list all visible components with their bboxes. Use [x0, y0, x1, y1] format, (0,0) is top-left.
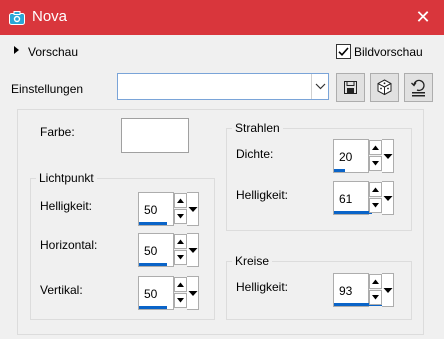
preview-toggle-label[interactable]: Vorschau	[28, 45, 78, 59]
strahlen-helligkeit-value: 61	[339, 192, 353, 206]
camera-icon	[9, 11, 25, 25]
slider-popup-button[interactable]	[187, 233, 199, 267]
save-icon	[344, 81, 357, 94]
arrow-up-icon	[177, 282, 184, 287]
decrement-button[interactable]	[369, 156, 382, 171]
kreise-title: Kreise	[232, 254, 273, 268]
window-title: Nova	[32, 8, 68, 25]
lichtpunkt-horizontal-slider-fill[interactable]	[139, 263, 167, 266]
triangle-down-icon	[383, 196, 393, 201]
lichtpunkt-horizontal-label: Horizontal:	[40, 238, 98, 252]
lichtpunkt-vertikal-spinner[interactable]: 50	[138, 276, 199, 310]
arrow-down-icon	[177, 298, 184, 303]
arrow-up-icon	[177, 198, 184, 203]
arrow-down-icon	[177, 214, 184, 219]
color-label: Farbe:	[40, 125, 75, 139]
lichtpunkt-helligkeit-spinner[interactable]: 50	[138, 192, 199, 226]
strahlen-dichte-value: 20	[339, 150, 353, 164]
arrow-up-icon	[177, 239, 184, 244]
arrow-down-icon	[372, 161, 379, 166]
cube-icon	[377, 79, 392, 96]
strahlen-helligkeit-slider-fill[interactable]	[334, 211, 372, 214]
triangle-down-icon	[188, 207, 198, 212]
slider-popup-button[interactable]	[382, 273, 394, 307]
decrement-button[interactable]	[369, 198, 382, 213]
reset-icon	[411, 79, 425, 97]
strahlen-dichte-spinner[interactable]: 20	[333, 139, 394, 173]
lichtpunkt-vertikal-value: 50	[144, 287, 158, 301]
expand-preview-icon[interactable]	[14, 46, 19, 54]
lichtpunkt-helligkeit-label: Helligkeit:	[40, 199, 93, 213]
randomize-button[interactable]	[370, 73, 399, 102]
close-icon[interactable]: ✕	[413, 7, 433, 27]
increment-button[interactable]	[369, 140, 382, 155]
arrow-down-icon	[177, 255, 184, 260]
arrow-down-icon	[372, 203, 379, 208]
triangle-down-icon	[188, 291, 198, 296]
bildvorschau-label[interactable]: Bildvorschau	[354, 45, 423, 59]
checkmark-icon	[338, 47, 349, 56]
slider-popup-button[interactable]	[187, 192, 199, 226]
lichtpunkt-horizontal-value: 50	[144, 244, 158, 258]
settings-combobox[interactable]	[117, 73, 329, 100]
color-swatch[interactable]	[121, 118, 189, 153]
kreise-helligkeit-label: Helligkeit:	[236, 280, 289, 294]
strahlen-helligkeit-label: Helligkeit:	[236, 188, 289, 202]
kreise-helligkeit-value: 93	[339, 284, 353, 298]
settings-label: Einstellungen	[11, 82, 84, 96]
slider-popup-button[interactable]	[382, 139, 394, 173]
slider-popup-button[interactable]	[187, 276, 199, 310]
decrement-button[interactable]	[369, 290, 382, 305]
bildvorschau-checkbox[interactable]	[336, 44, 351, 59]
strahlen-dichte-label: Dichte:	[236, 147, 274, 161]
triangle-down-icon	[383, 288, 393, 293]
decrement-button[interactable]	[174, 293, 187, 308]
increment-button[interactable]	[174, 234, 187, 249]
strahlen-dichte-slider-fill[interactable]	[334, 169, 345, 172]
lichtpunkt-title: Lichtpunkt	[36, 171, 97, 185]
increment-button[interactable]	[174, 193, 187, 208]
arrow-up-icon	[372, 145, 379, 150]
arrow-down-icon	[372, 295, 379, 300]
combobox-dropdown-button[interactable]	[311, 74, 329, 99]
lichtpunkt-vertikal-label: Vertikal:	[40, 283, 83, 297]
triangle-down-icon	[383, 154, 393, 159]
triangle-down-icon	[188, 248, 198, 253]
chevron-down-icon	[315, 83, 326, 90]
increment-button[interactable]	[174, 277, 187, 292]
lichtpunkt-helligkeit-value: 50	[144, 203, 158, 217]
strahlen-title: Strahlen	[232, 121, 283, 135]
save-preset-button[interactable]	[336, 73, 365, 102]
slider-popup-button[interactable]	[382, 181, 394, 215]
increment-button[interactable]	[369, 274, 382, 289]
lichtpunkt-vertikal-slider-fill[interactable]	[139, 306, 167, 309]
decrement-button[interactable]	[174, 209, 187, 224]
decrement-button[interactable]	[174, 250, 187, 265]
lichtpunkt-helligkeit-slider-fill[interactable]	[139, 222, 167, 225]
kreise-helligkeit-spinner[interactable]: 93	[333, 273, 394, 307]
increment-button[interactable]	[369, 182, 382, 197]
reset-button[interactable]	[404, 73, 433, 102]
arrow-up-icon	[372, 279, 379, 284]
arrow-up-icon	[372, 187, 379, 192]
lichtpunkt-horizontal-spinner[interactable]: 50	[138, 233, 199, 267]
strahlen-helligkeit-spinner[interactable]: 61	[333, 181, 394, 215]
